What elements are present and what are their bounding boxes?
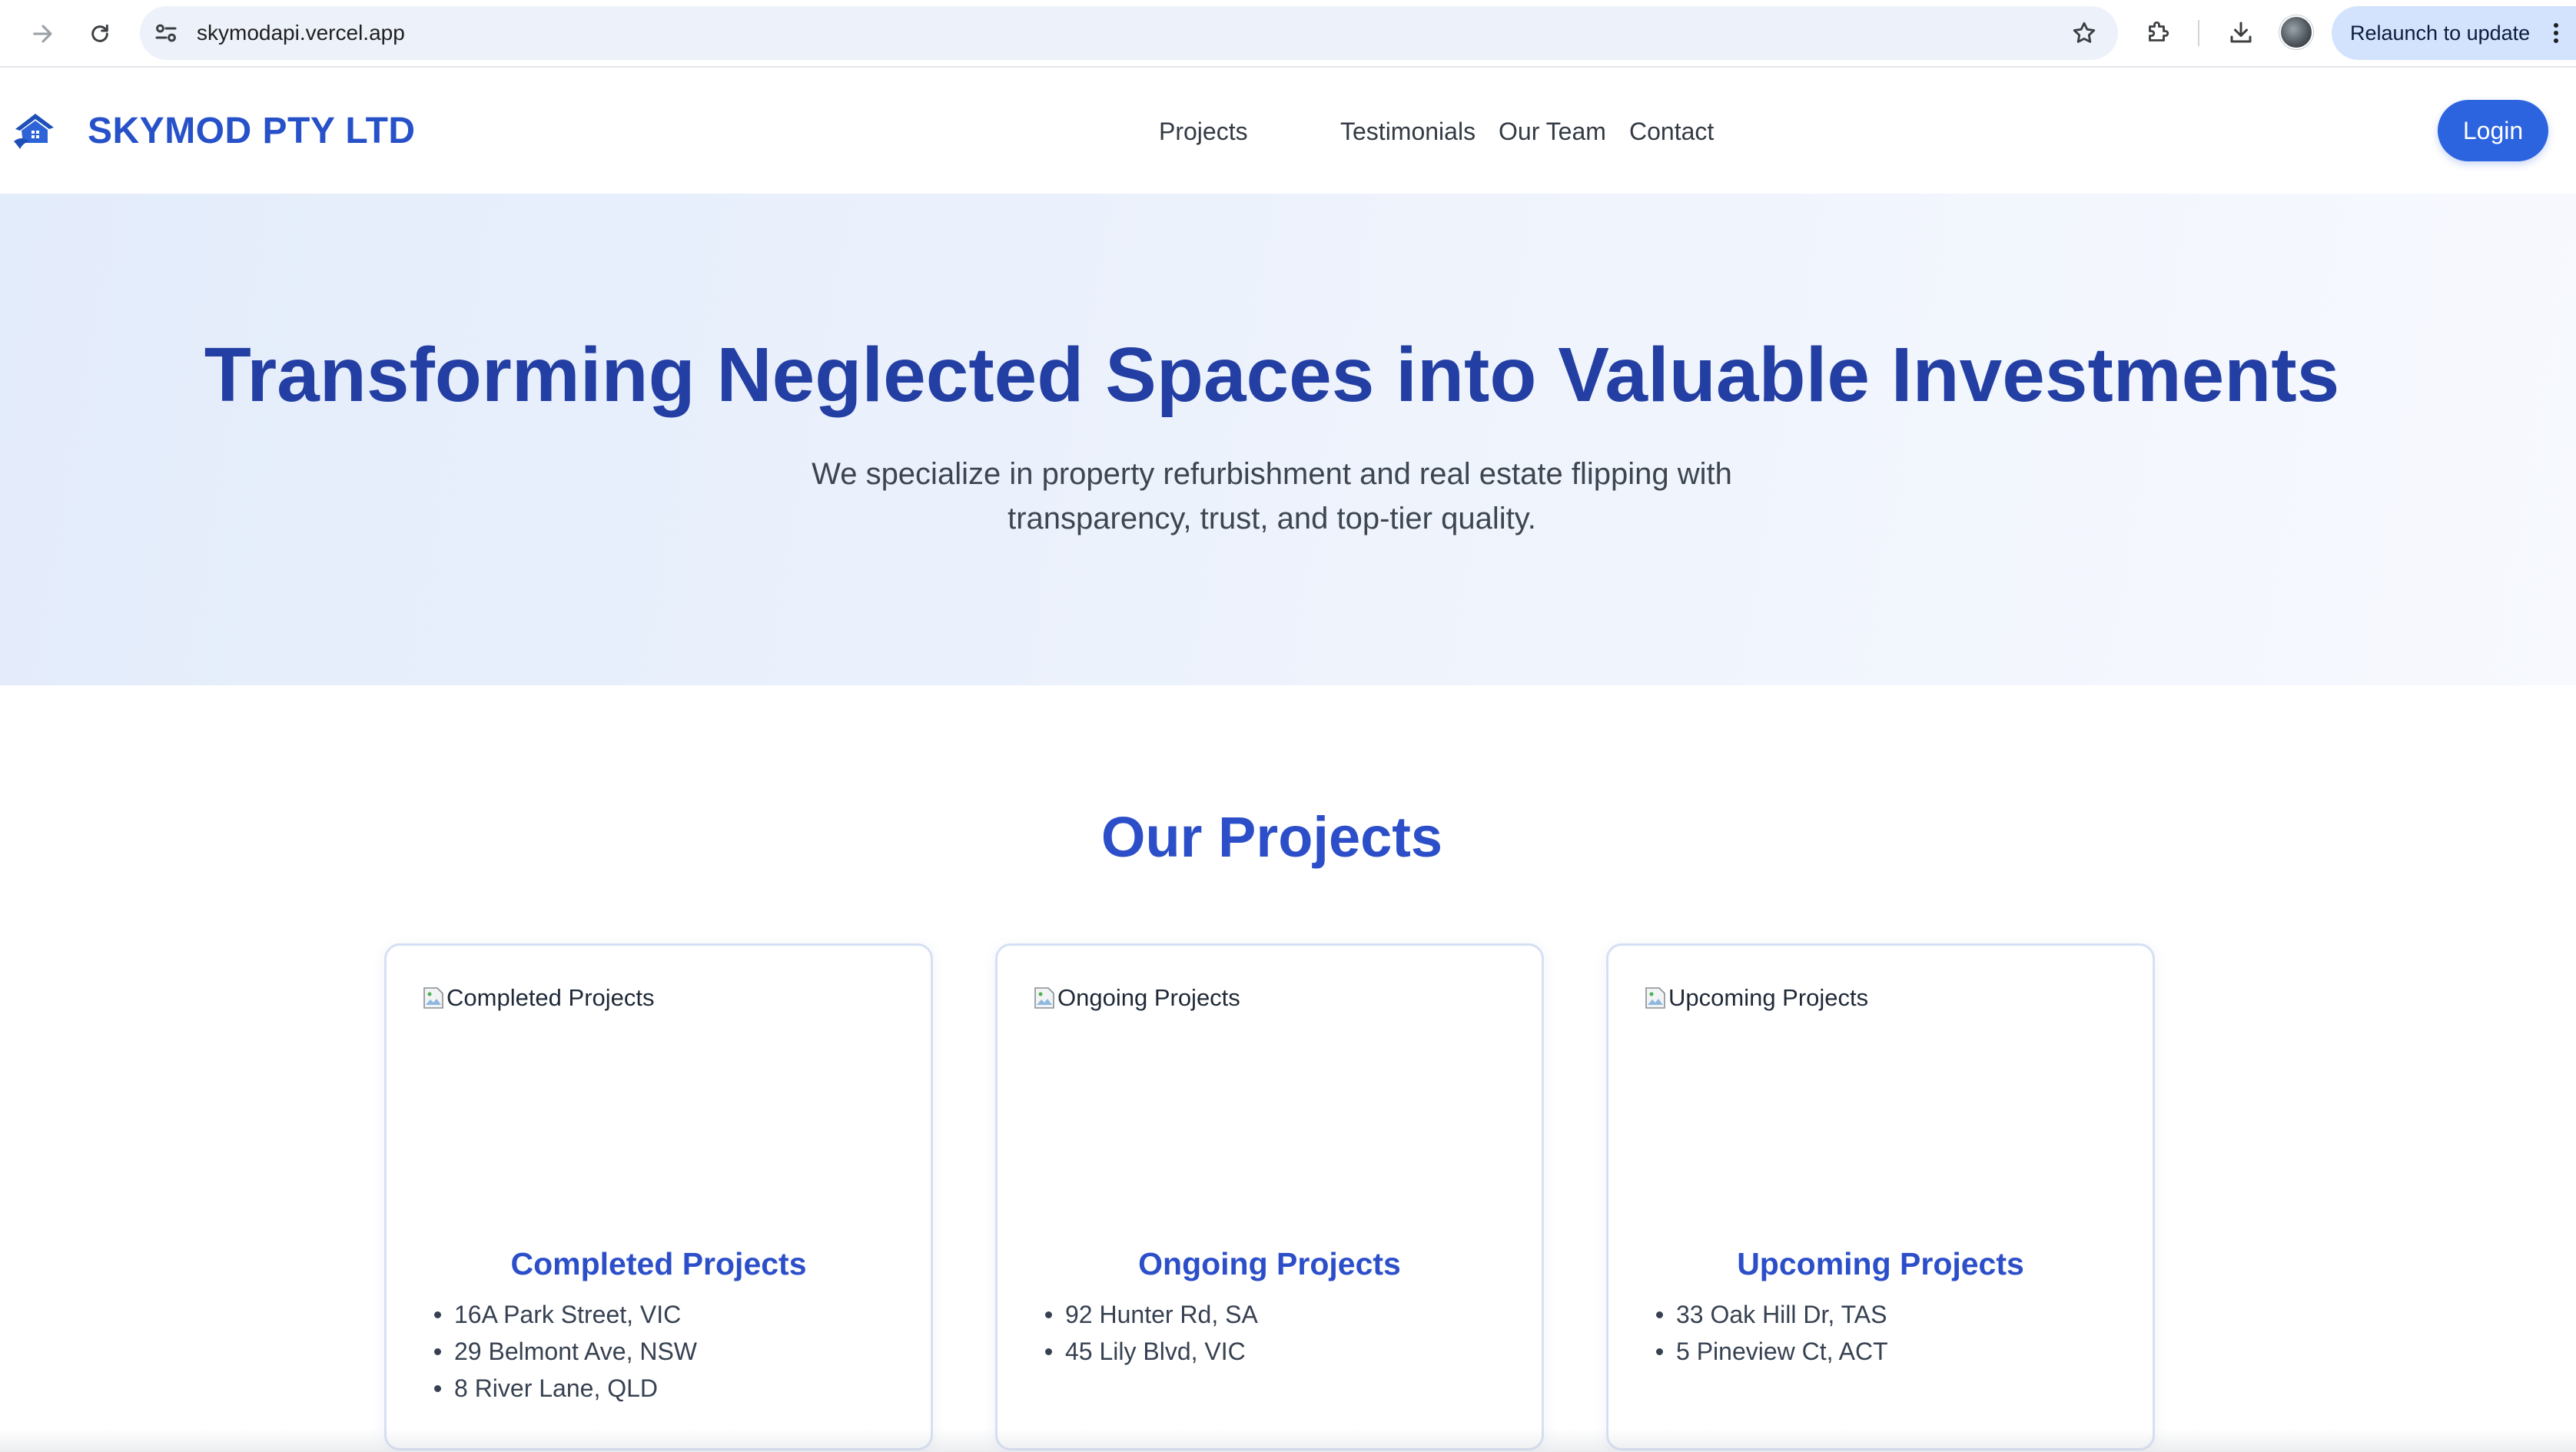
project-card-ongoing: Ongoing Projects Ongoing Projects 92 Hun… bbox=[995, 943, 1544, 1450]
main-nav: Projects Testimonials Our Team Contact bbox=[1153, 108, 1728, 155]
list-item: 92 Hunter Rd, SA bbox=[1045, 1296, 1258, 1333]
broken-image-icon bbox=[1645, 987, 1665, 1009]
profile-avatar[interactable] bbox=[2279, 15, 2313, 49]
image-alt-text: Upcoming Projects bbox=[1668, 984, 1869, 1011]
card-heading: Upcoming Projects bbox=[1737, 1246, 2024, 1281]
card-heading: Completed Projects bbox=[510, 1246, 807, 1281]
relaunch-label: Relaunch to update bbox=[2350, 21, 2531, 45]
hero-subtitle-line-2: transparency, trust, and top-tier qualit… bbox=[1007, 502, 1536, 535]
list-item: 16A Park Street, VIC bbox=[434, 1296, 697, 1333]
image-alt-text: Ongoing Projects bbox=[1057, 984, 1240, 1011]
list-item: 33 Oak Hill Dr, TAS bbox=[1656, 1296, 1888, 1333]
scroll-shadow bbox=[0, 1429, 2576, 1452]
list-item: 29 Belmont Ave, NSW bbox=[434, 1333, 697, 1370]
card-heading: Ongoing Projects bbox=[1138, 1246, 1401, 1281]
nav-link-contact[interactable]: Contact bbox=[1559, 108, 1728, 155]
extensions-puzzle-icon[interactable] bbox=[2141, 15, 2175, 49]
site-header: SKYMOD PTY LTD Projects Testimonials Our… bbox=[0, 69, 2576, 194]
address-list: 16A Park Street, VIC 29 Belmont Ave, NSW… bbox=[434, 1296, 697, 1407]
project-image-ongoing: Ongoing Projects bbox=[1033, 983, 1240, 1013]
toolbar-divider bbox=[2198, 20, 2199, 46]
house-logo-icon[interactable] bbox=[11, 108, 57, 154]
hero-subtitle: We specialize in property refurbishment … bbox=[792, 452, 1752, 541]
hero-section: Transforming Neglected Spaces into Valua… bbox=[0, 194, 2576, 685]
reload-icon[interactable] bbox=[77, 11, 123, 57]
image-alt-text: Completed Projects bbox=[446, 984, 655, 1011]
project-card-upcoming: Upcoming Projects Upcoming Projects 33 O… bbox=[1606, 943, 2155, 1450]
brand-name[interactable]: SKYMOD PTY LTD bbox=[88, 108, 416, 155]
address-list: 92 Hunter Rd, SA 45 Lily Blvd, VIC bbox=[1045, 1296, 1258, 1370]
list-item: 8 River Lane, QLD bbox=[434, 1370, 697, 1407]
broken-image-icon bbox=[1034, 987, 1054, 1009]
address-bar[interactable]: skymodapi.vercel.app bbox=[140, 6, 2118, 60]
relaunch-button[interactable]: Relaunch to update bbox=[2332, 6, 2576, 60]
login-button[interactable]: Login bbox=[2438, 100, 2548, 161]
broken-image-icon bbox=[423, 987, 443, 1009]
projects-section-title: Our Projects bbox=[1100, 805, 1443, 869]
project-image-upcoming: Upcoming Projects bbox=[1644, 983, 1868, 1013]
hero-subtitle-line-1: We specialize in property refurbishment … bbox=[812, 457, 1732, 491]
browser-toolbar: skymodapi.vercel.app Relaunch to update bbox=[0, 0, 2576, 68]
bookmark-star-icon[interactable] bbox=[2070, 19, 2098, 47]
tune-icon[interactable] bbox=[152, 19, 180, 47]
download-icon[interactable] bbox=[2224, 15, 2258, 49]
kebab-menu-icon[interactable] bbox=[2553, 22, 2559, 44]
url-text[interactable]: skymodapi.vercel.app bbox=[197, 6, 405, 60]
list-item: 5 Pineview Ct, ACT bbox=[1656, 1333, 1888, 1370]
address-list: 33 Oak Hill Dr, TAS 5 Pineview Ct, ACT bbox=[1656, 1296, 1888, 1370]
project-card-completed: Completed Projects Completed Projects 16… bbox=[384, 943, 933, 1450]
list-item: 45 Lily Blvd, VIC bbox=[1045, 1333, 1258, 1370]
project-image-completed: Completed Projects bbox=[422, 983, 655, 1013]
hero-title: Transforming Neglected Spaces into Valua… bbox=[204, 332, 2340, 418]
forward-arrow-icon[interactable] bbox=[20, 11, 66, 57]
